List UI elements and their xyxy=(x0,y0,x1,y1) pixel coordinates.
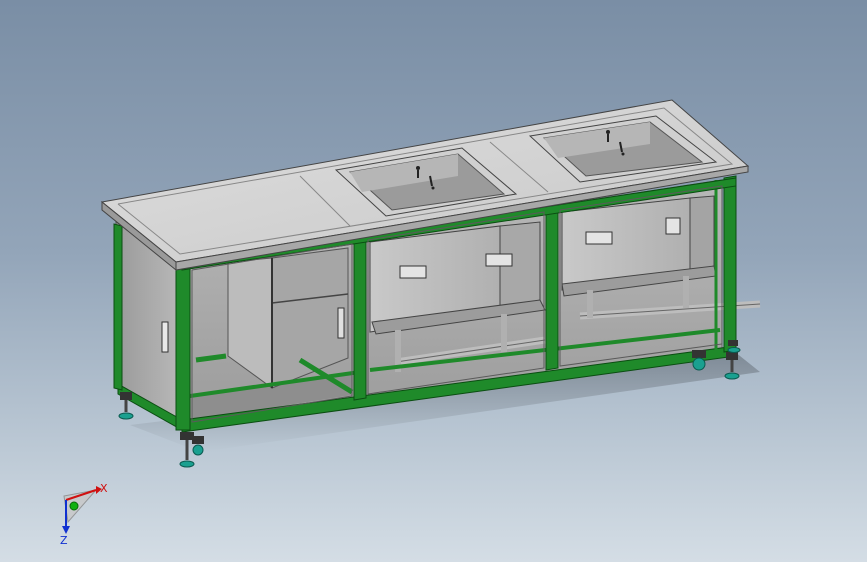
z-axis-arrow-icon xyxy=(62,526,70,534)
y-axis-sphere-icon xyxy=(69,501,79,511)
x-axis-label: X xyxy=(100,482,108,495)
axis-triad: X Z xyxy=(60,482,108,547)
cad-viewport[interactable]: X Z xyxy=(0,0,867,562)
z-axis-label: Z xyxy=(60,534,68,547)
